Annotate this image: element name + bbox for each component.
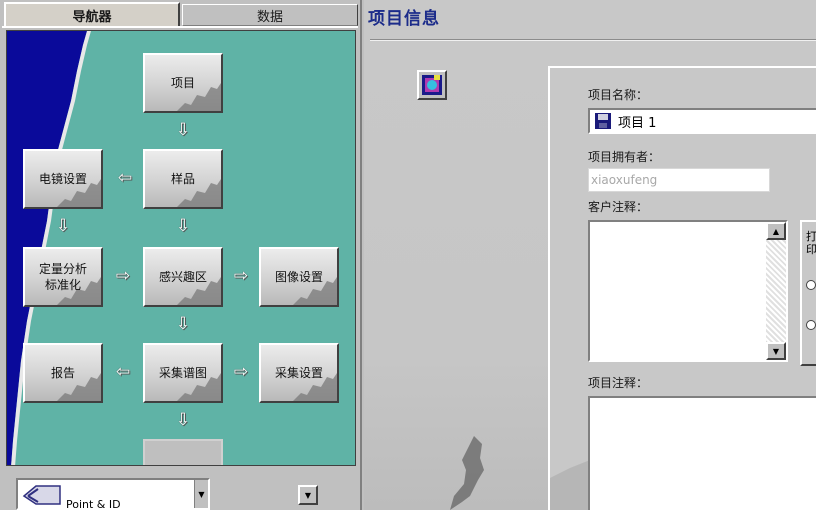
- flow-next-button[interactable]: [143, 439, 223, 465]
- flow-beam-settings-label: 电镜设置: [38, 172, 87, 186]
- project-icon[interactable]: [417, 70, 447, 100]
- arrow-down-3: ⇩: [175, 216, 191, 236]
- print-options-group: 打印: [800, 220, 816, 366]
- arrow-down-4: ⇩: [175, 314, 191, 334]
- flow-project-button[interactable]: 项目: [143, 53, 223, 113]
- flow-image-settings-button[interactable]: 图像设置: [259, 247, 339, 307]
- flow-image-settings-label: 图像设置: [274, 270, 323, 284]
- flow-sample-button[interactable]: 样品: [143, 149, 223, 209]
- arrow-left-2: ⇦: [115, 362, 131, 382]
- flow-project-label: 项目: [170, 76, 195, 90]
- project-name-field[interactable]: 项目 1: [588, 108, 816, 134]
- project-owner-label: 项目拥有者：: [588, 150, 661, 164]
- flow-acquire-settings-label: 采集设置: [274, 366, 323, 380]
- navigator-panel: 导航器 数据 项目 ⇩ 电镜设置 ⇦ 样品 ⇩ ⇩ 定量分析标准化 ⇨ 感兴趣区: [0, 0, 362, 510]
- arrow-down-2: ⇩: [55, 216, 71, 236]
- chevron-up-icon[interactable]: ▲: [766, 222, 786, 240]
- arrow-down-5: ⇩: [175, 410, 191, 430]
- terrain-art: [450, 436, 484, 510]
- arrow-right-3: ⇨: [233, 362, 249, 382]
- flow-acquire-spectrum-label: 采集谱图: [158, 366, 207, 380]
- flow-acquire-settings-button[interactable]: 采集设置: [259, 343, 339, 403]
- mode-combo-value: Point & ID: [66, 498, 121, 510]
- scrollbar[interactable]: ▲ ▼: [766, 222, 786, 360]
- project-info-panel: 项目信息 项目名称： 项目 1 项目拥有者： xiaoxufeng 客户注释： …: [364, 0, 816, 510]
- print-options-label: 打印: [806, 230, 816, 256]
- project-icon-art: [422, 75, 442, 95]
- mode-combo[interactable]: Point & ID ▼: [16, 478, 210, 510]
- arrow-down-1: ⇩: [175, 120, 191, 140]
- dropdown-button[interactable]: ▼: [298, 485, 318, 505]
- flow-quant-button[interactable]: 定量分析 标准化: [23, 247, 103, 307]
- print-option-radio[interactable]: [806, 280, 816, 290]
- project-name-label: 项目名称：: [588, 88, 649, 102]
- tab-data[interactable]: 数据: [182, 4, 358, 26]
- flow-quant-line2: 标准化: [44, 278, 81, 292]
- flow-quant-line1: 定量分析: [38, 262, 87, 276]
- flow-report-button[interactable]: 报告: [23, 343, 103, 403]
- title-divider: [370, 39, 816, 41]
- print-option-radio[interactable]: [806, 320, 816, 330]
- chevron-down-icon: ▼: [304, 490, 312, 500]
- chevron-down-icon[interactable]: ▼: [194, 480, 208, 508]
- eds-icon: [22, 485, 61, 505]
- client-comment-textarea[interactable]: ▲ ▼: [588, 220, 788, 362]
- client-comment-label: 客户注释：: [588, 200, 649, 214]
- flow-quant-label: 定量分析 标准化: [39, 261, 87, 293]
- flow-report-label: 报告: [50, 366, 75, 380]
- project-comment-label: 项目注释：: [588, 376, 649, 390]
- arrow-right-2: ⇨: [233, 266, 249, 286]
- project-comment-textarea[interactable]: [588, 396, 816, 510]
- arrow-right-1: ⇨: [115, 266, 131, 286]
- flow-acquire-spectrum-button[interactable]: 采集谱图: [143, 343, 223, 403]
- arrow-left-1: ⇦: [117, 168, 133, 188]
- workflow-canvas: 项目 ⇩ 电镜设置 ⇦ 样品 ⇩ ⇩ 定量分析标准化 ⇨ 感兴趣区 ⇨ 图像设置…: [6, 30, 356, 466]
- tab-divider: [2, 26, 358, 28]
- flow-roi-label: 感兴趣区: [158, 270, 207, 284]
- flow-sample-label: 样品: [170, 172, 195, 186]
- floppy-disk-icon: [595, 113, 611, 129]
- chevron-down-icon[interactable]: ▼: [766, 342, 786, 360]
- flow-beam-settings-button[interactable]: 电镜设置: [23, 149, 103, 209]
- flow-roi-button[interactable]: 感兴趣区: [143, 247, 223, 307]
- tab-navigator[interactable]: 导航器: [4, 2, 180, 26]
- project-name-value: 项目 1: [618, 115, 657, 131]
- project-owner-field[interactable]: xiaoxufeng: [588, 168, 770, 192]
- page-title: 项目信息: [368, 9, 440, 29]
